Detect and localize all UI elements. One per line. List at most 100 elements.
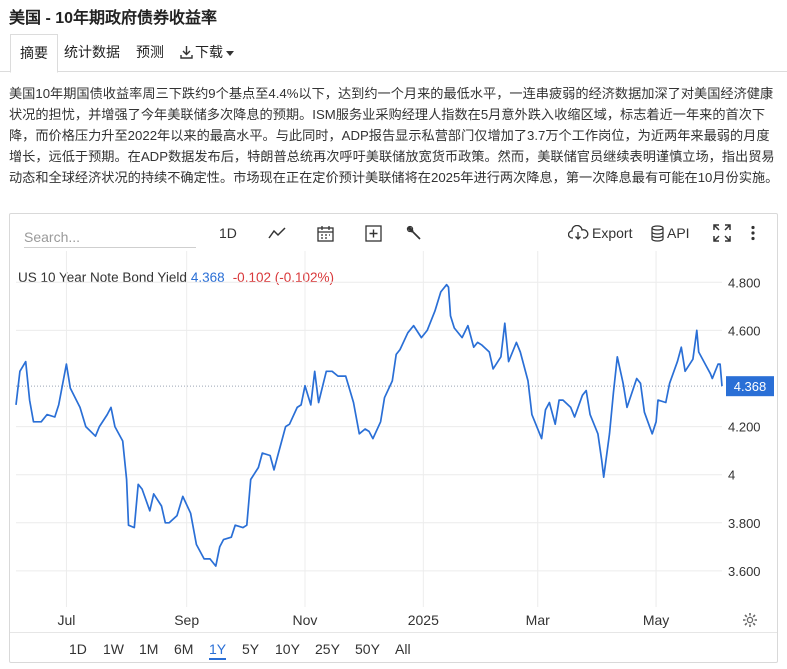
data-point <box>626 406 629 409</box>
data-point <box>230 536 233 539</box>
data-point <box>406 331 409 334</box>
y-tick-label: 3.600 <box>728 564 761 579</box>
data-point <box>596 432 599 435</box>
tab-download-label: 下载 <box>195 44 223 60</box>
data-point <box>445 283 448 286</box>
data-point <box>379 420 382 423</box>
data-point <box>371 437 374 440</box>
data-point <box>160 505 163 508</box>
range-1y[interactable]: 1Y <box>209 641 227 660</box>
data-point <box>269 454 272 457</box>
data-point <box>69 387 72 390</box>
summary-text: 美国10年期国债收益率周三下跌约9个基点至4.4%以下，达到约一个月来的最低水平… <box>9 86 779 185</box>
data-point <box>125 478 128 481</box>
data-point <box>344 375 347 378</box>
x-tick-label: 2025 <box>408 612 439 628</box>
data-point <box>313 370 316 373</box>
data-point <box>527 379 530 382</box>
data-point <box>655 420 658 423</box>
page-title: 美国 - 10年期政府债券收益率 <box>9 10 218 27</box>
data-point <box>711 377 714 380</box>
data-point <box>691 358 694 361</box>
data-point <box>602 476 605 479</box>
y-tick-label: 4.200 <box>728 420 761 435</box>
data-point <box>569 406 572 409</box>
data-point <box>331 370 334 373</box>
range-25y[interactable]: 25Y <box>315 641 340 657</box>
data-point <box>296 406 299 409</box>
data-point <box>540 437 543 440</box>
data-point <box>612 391 615 394</box>
series-line <box>15 283 723 567</box>
range-50y[interactable]: 50Y <box>355 641 380 657</box>
data-point <box>719 363 722 366</box>
data-point <box>503 322 506 325</box>
tab-statistics[interactable]: 统计数据 <box>64 34 120 72</box>
data-point <box>176 514 179 517</box>
data-point <box>562 399 565 402</box>
range-1w[interactable]: 1W <box>103 641 124 657</box>
range-all[interactable]: All <box>395 641 411 657</box>
data-point <box>507 360 510 363</box>
line-chart[interactable]: Jul Sep Nov 2025 Mar May 4.800 4.600 4.200 4 3.800… <box>10 214 777 632</box>
data-point <box>449 314 452 317</box>
data-point <box>554 423 557 426</box>
data-point <box>352 401 355 404</box>
data-point <box>492 367 495 370</box>
data-point <box>709 372 712 375</box>
tab-download[interactable]: 下载 <box>180 34 234 72</box>
range-5y[interactable]: 5Y <box>242 641 259 657</box>
chart-panel: 1D Export <box>9 213 778 663</box>
data-point <box>639 382 642 385</box>
data-point <box>695 329 698 332</box>
data-point <box>84 425 87 428</box>
data-point <box>65 363 68 366</box>
data-point <box>18 370 21 373</box>
data-point <box>368 430 371 433</box>
chevron-down-icon <box>226 50 234 56</box>
data-point <box>234 524 237 527</box>
data-point <box>383 396 386 399</box>
x-tick-label: Jul <box>57 612 75 628</box>
y-tick-label: 4.600 <box>728 323 761 338</box>
data-point <box>472 346 475 349</box>
data-point <box>304 384 307 387</box>
y-tick-label: 3.800 <box>728 516 761 531</box>
tab-summary-label: 摘要 <box>20 45 48 61</box>
data-point <box>544 408 547 411</box>
data-point <box>141 488 144 491</box>
data-point <box>276 454 279 457</box>
data-point <box>412 324 415 327</box>
range-10y[interactable]: 10Y <box>275 641 300 657</box>
data-point <box>589 413 592 416</box>
data-point <box>548 401 551 404</box>
tab-summary[interactable]: 摘要 <box>10 34 58 73</box>
data-point <box>249 478 252 481</box>
range-1m[interactable]: 1M <box>139 641 158 657</box>
data-point <box>581 394 584 397</box>
data-point <box>218 545 221 548</box>
data-point <box>651 432 654 435</box>
gear-icon[interactable] <box>742 612 758 628</box>
range-6m[interactable]: 6M <box>174 641 193 657</box>
data-point <box>168 521 171 524</box>
data-point <box>433 310 436 313</box>
x-tick-label: Sep <box>174 612 199 628</box>
tab-statistics-label: 统计数据 <box>64 44 120 60</box>
data-point <box>337 375 340 378</box>
data-point <box>15 403 18 406</box>
data-point <box>461 336 464 339</box>
data-point <box>241 526 244 529</box>
data-point <box>28 399 31 402</box>
data-point <box>530 413 533 416</box>
data-point <box>600 459 603 462</box>
data-point <box>499 355 502 358</box>
data-point <box>721 385 724 388</box>
data-point <box>195 543 198 546</box>
y-tick-label: 4.800 <box>728 275 761 290</box>
tab-forecast[interactable]: 预测 <box>136 34 164 72</box>
data-point <box>222 538 225 541</box>
range-1d[interactable]: 1D <box>69 641 87 657</box>
data-point <box>113 425 116 428</box>
data-point <box>573 416 576 419</box>
